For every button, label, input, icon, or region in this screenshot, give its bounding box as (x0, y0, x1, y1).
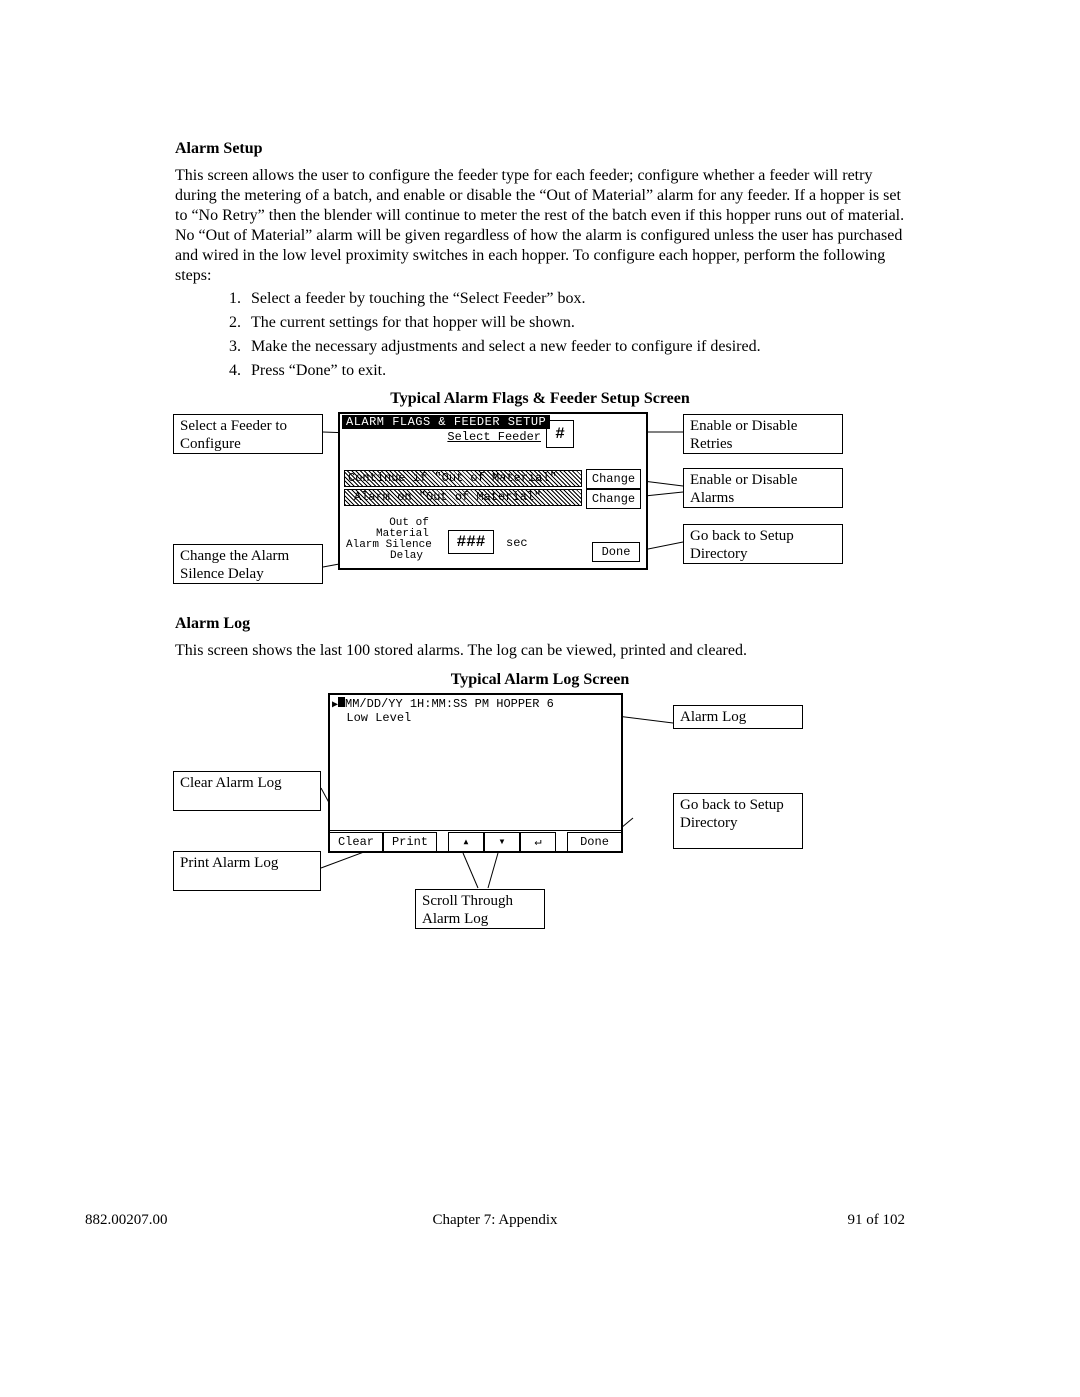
heading-alarm-setup: Alarm Setup (175, 140, 905, 158)
diagram-alarm-log: Alarm Log Go back to Setup Directory Cle… (173, 693, 843, 963)
annotation-enable-alarms: Enable or Disable Alarms (683, 468, 843, 508)
row-alarm-out-of-material: Alarm on "Out of Material" (354, 490, 541, 504)
annotation-scroll-log: Scroll Through Alarm Log (415, 889, 545, 929)
sec-label: sec (506, 536, 528, 550)
hmi-title: ALARM FLAGS & FEEDER SETUP (342, 415, 550, 429)
hmi-alarm-flags-screen: ALARM FLAGS & FEEDER SETUP Select Feeder… (338, 412, 648, 570)
done-button[interactable]: Done (592, 542, 640, 562)
diagram-alarm-flags: Select a Feeder to Configure Enable or D… (173, 412, 843, 597)
alarm-setup-paragraph: This screen allows the user to configure… (175, 166, 905, 286)
heading-alarm-log: Alarm Log (175, 615, 905, 633)
change-button-2[interactable]: Change (586, 489, 641, 509)
annotation-select-feeder: Select a Feeder to Configure (173, 414, 323, 454)
alarm-setup-steps: Select a feeder by touching the “Select … (175, 290, 905, 380)
hmi-alarm-log-screen: ▶MM/DD/YY 1H:MM:SS PM HOPPER 6 Low Level… (328, 693, 623, 853)
footer-docnum: 882.00207.00 (85, 1212, 285, 1229)
step-2: The current settings for that hopper wil… (245, 314, 905, 332)
annotation-clear-log: Clear Alarm Log (173, 771, 321, 811)
ack-button[interactable]: ↵ (520, 832, 556, 852)
change-button-1[interactable]: Change (586, 469, 641, 489)
annotation-back-to-setup-2: Go back to Setup Directory (673, 793, 803, 849)
row-continue-out-of-material: Continue if "Out of Material" (348, 471, 557, 485)
select-feeder-label: Select Feeder (447, 430, 541, 444)
footer-chapter: Chapter 7: Appendix (285, 1212, 705, 1229)
page-footer: 882.00207.00 Chapter 7: Appendix 91 of 1… (0, 1212, 1080, 1229)
print-button[interactable]: Print (383, 832, 437, 852)
step-1: Select a feeder by touching the “Select … (245, 290, 905, 308)
log-entry-line2: Low Level (346, 711, 411, 725)
log-entry-line1: MM/DD/YY 1H:MM:SS PM HOPPER 6 (345, 697, 554, 711)
step-4: Press “Done” to exit. (245, 362, 905, 380)
caption-alarm-log-screen: Typical Alarm Log Screen (175, 671, 905, 689)
delay-label-4: Delay (390, 550, 423, 562)
select-feeder-box[interactable]: # (546, 420, 574, 448)
step-3: Make the necessary adjustments and selec… (245, 338, 905, 356)
caption-alarm-flags-screen: Typical Alarm Flags & Feeder Setup Scree… (175, 390, 905, 408)
footer-page: 91 of 102 (705, 1212, 905, 1229)
delay-value-box[interactable]: ### (448, 530, 494, 554)
annotation-back-to-setup: Go back to Setup Directory (683, 524, 843, 564)
annotation-enable-retries: Enable or Disable Retries (683, 414, 843, 454)
alarm-log-paragraph: This screen shows the last 100 stored al… (175, 641, 905, 661)
done-button-2[interactable]: Done (567, 832, 622, 852)
scroll-down-button[interactable]: ▾ (484, 832, 520, 852)
clear-button[interactable]: Clear (329, 832, 383, 852)
annotation-alarm-log: Alarm Log (673, 705, 803, 729)
scroll-up-button[interactable]: ▴ (448, 832, 484, 852)
annotation-change-delay: Change the Alarm Silence Delay (173, 544, 323, 584)
annotation-print-log: Print Alarm Log (173, 851, 321, 891)
